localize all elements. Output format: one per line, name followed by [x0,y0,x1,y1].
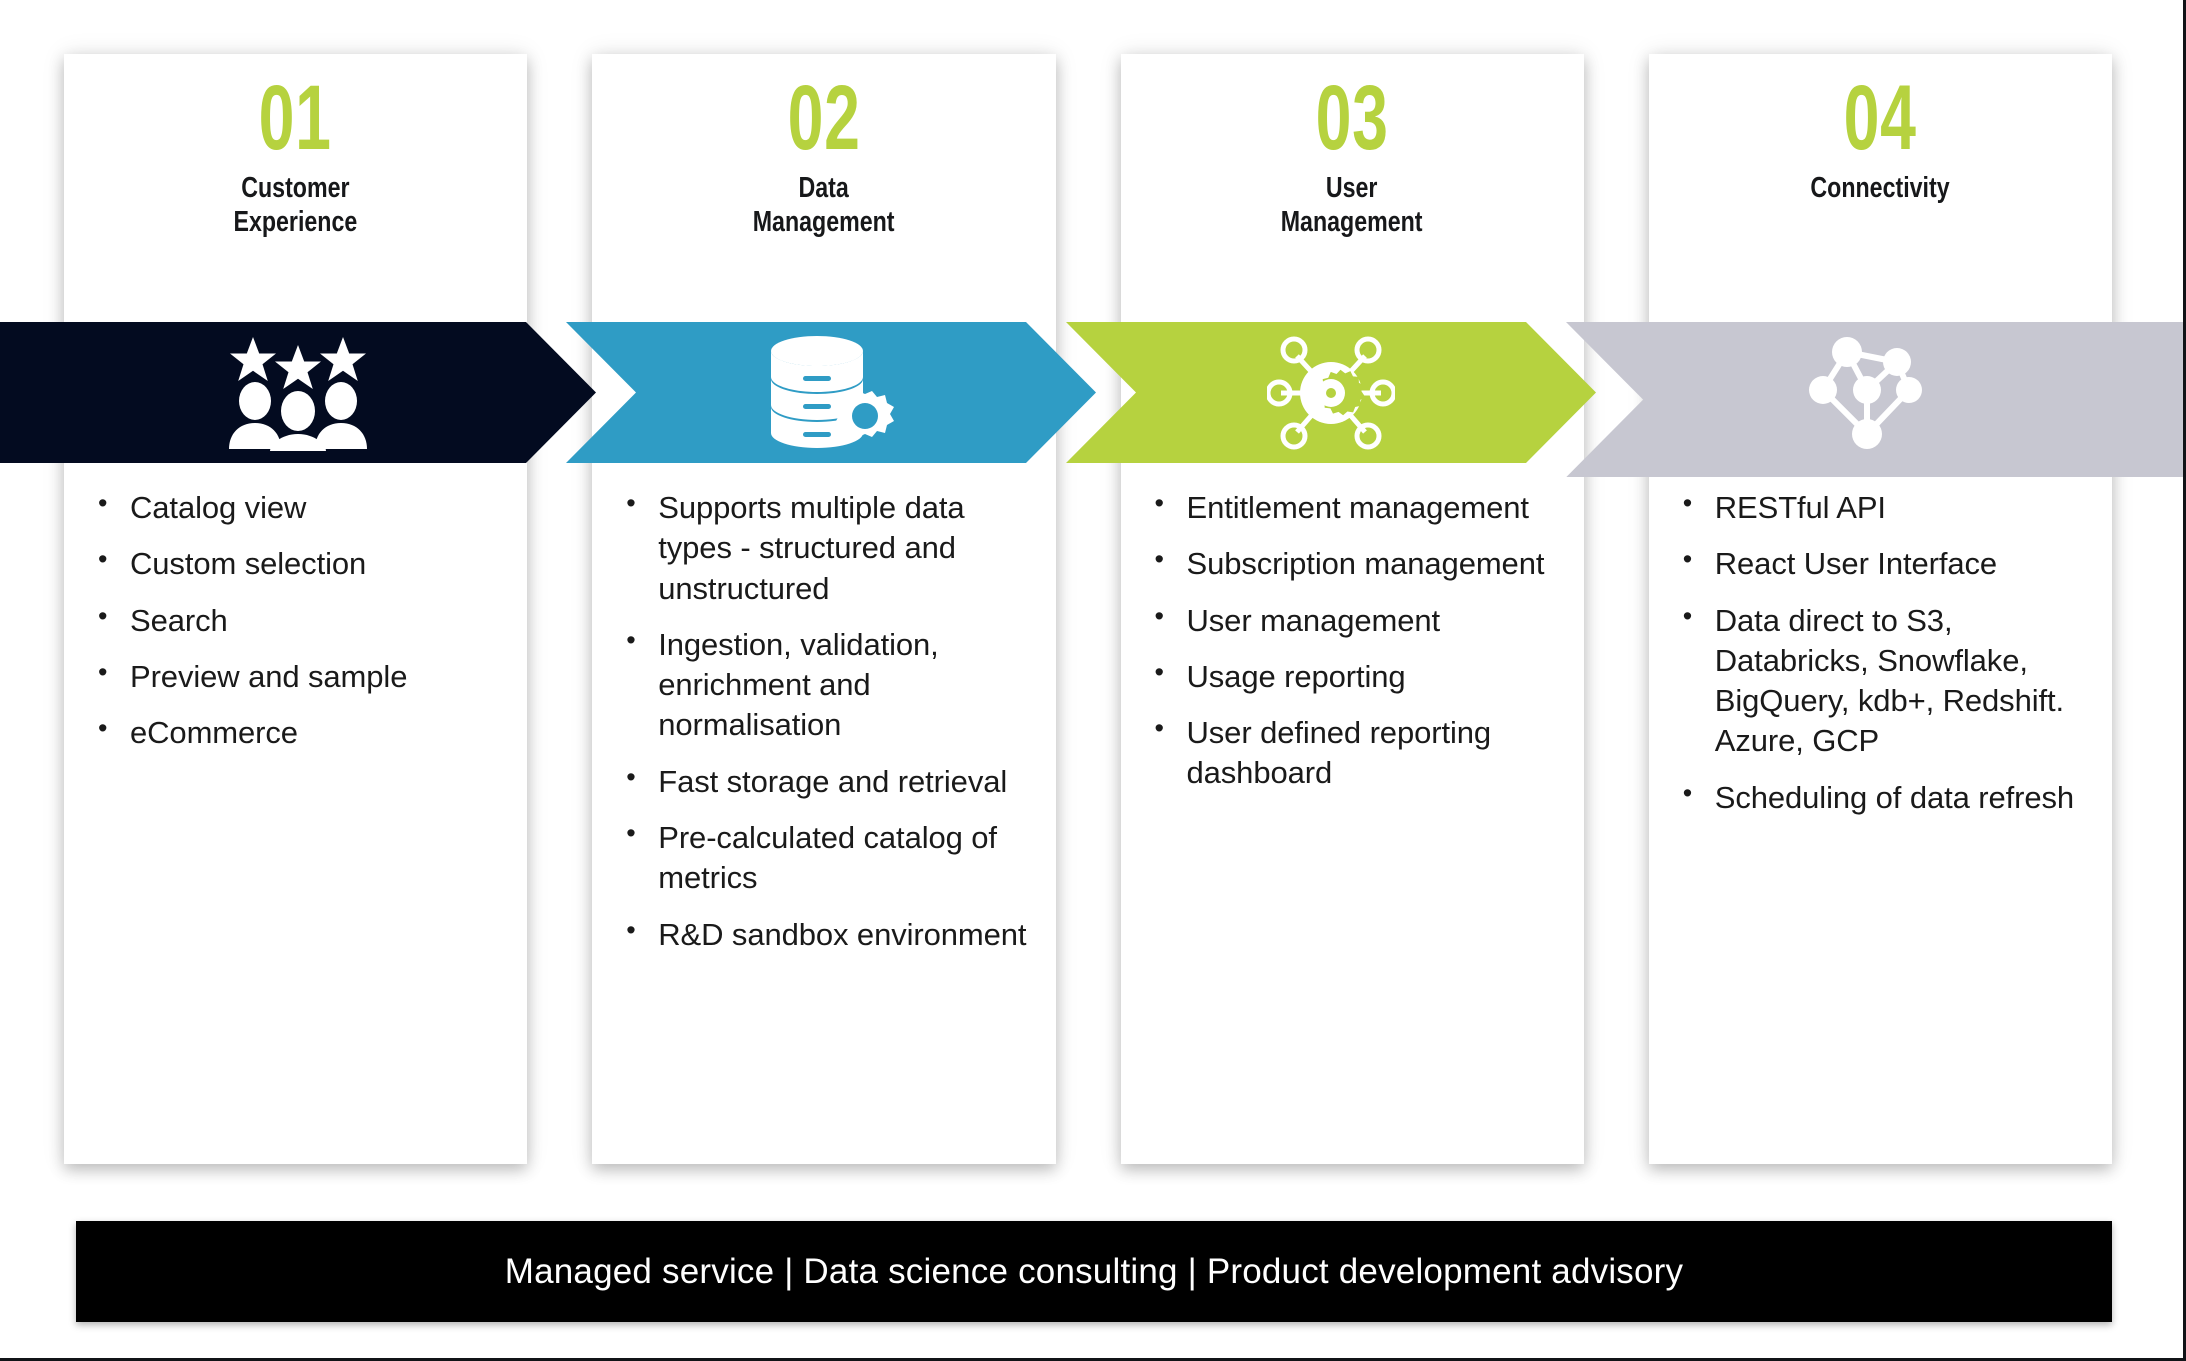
list-item: Scheduling of data refresh [1671,776,2086,818]
list-item: Fast storage and retrieval [614,760,1029,802]
list-item: Usage reporting [1143,655,1558,697]
card-body-03: Entitlement management Subscription mana… [1121,462,1584,1164]
card-number-01: 01 [259,67,333,169]
capability-card-02[interactable]: 02 Data Management Supports multiple dat… [592,54,1056,1164]
customer-rating-group-icon [229,336,367,451]
bullet-list-04: RESTful API React User Interface Data di… [1671,486,2086,818]
bullet-list-03: Entitlement management Subscription mana… [1143,486,1558,794]
list-item: Data direct to S3, Databricks, Snowflake… [1671,599,2086,762]
slide-canvas: 01 Customer Experience Catalog view Cust… [0,0,2186,1361]
card-body-02: Supports multiple data types - structure… [592,462,1055,1164]
card-title-01: Customer Experience [233,172,358,238]
capability-card-03[interactable]: 03 User Management Entitlement managemen… [1120,54,1584,1164]
card-title-04: Connectivity [1810,172,1950,204]
capability-cards: 01 Customer Experience Catalog view Cust… [64,54,2112,1164]
card-header-02: 02 Data Management [592,54,1055,322]
card-body-01: Catalog view Custom selection Search Pre… [64,462,527,1164]
card-title-03: User Management [1281,172,1424,238]
capability-card-04[interactable]: 04 Connectivity RESTful API React User I… [1648,54,2112,1164]
bullet-list-01: Catalog view Custom selection Search Pre… [86,486,501,753]
card-title-02: Data Management [752,172,895,238]
band-segment-connectivity[interactable] [1566,322,2183,478]
list-item: Supports multiple data types - structure… [614,486,1029,609]
bullet-list-02: Supports multiple data types - structure… [614,486,1029,955]
list-item: User management [1143,599,1558,641]
list-item: RESTful API [1671,486,2086,528]
card-number-02: 02 [787,67,861,169]
card-body-04: RESTful API React User Interface Data di… [1649,462,2112,1164]
band-segment-customer-experience[interactable] [0,322,596,463]
list-item: Catalog view [86,486,501,528]
card-header-03: 03 User Management [1121,54,1584,322]
list-item: User defined reporting dashboard [1143,711,1558,794]
band-segment-data-management[interactable] [566,322,1096,463]
list-item: Preview and sample [86,655,501,697]
list-item: Subscription management [1143,542,1558,584]
process-arrow-band [0,322,2183,478]
card-number-04: 04 [1843,67,1917,169]
list-item: R&D sandbox environment [614,913,1029,955]
gear-network-hub-icon [1267,336,1395,449]
card-header-04: 04 Connectivity [1649,54,2112,322]
list-item: Entitlement management [1143,486,1558,528]
list-item: React User Interface [1671,542,2086,584]
list-item: Custom selection [86,542,501,584]
capability-card-01[interactable]: 01 Customer Experience Catalog view Cust… [64,54,528,1164]
services-footer-bar: Managed service | Data science consultin… [76,1221,2112,1322]
services-footer-text: Managed service | Data science consultin… [504,1251,1684,1291]
band-segment-user-management[interactable] [1066,322,1596,463]
network-mesh-icon [1808,336,1922,449]
database-gear-icon [771,335,894,448]
list-item: Ingestion, validation, enrichment and no… [614,623,1029,746]
list-item: Search [86,599,501,641]
card-number-03: 03 [1315,67,1389,169]
list-item: eCommerce [86,711,501,753]
list-item: Pre-calculated catalog of metrics [614,816,1029,899]
card-header-01: 01 Customer Experience [64,54,527,322]
